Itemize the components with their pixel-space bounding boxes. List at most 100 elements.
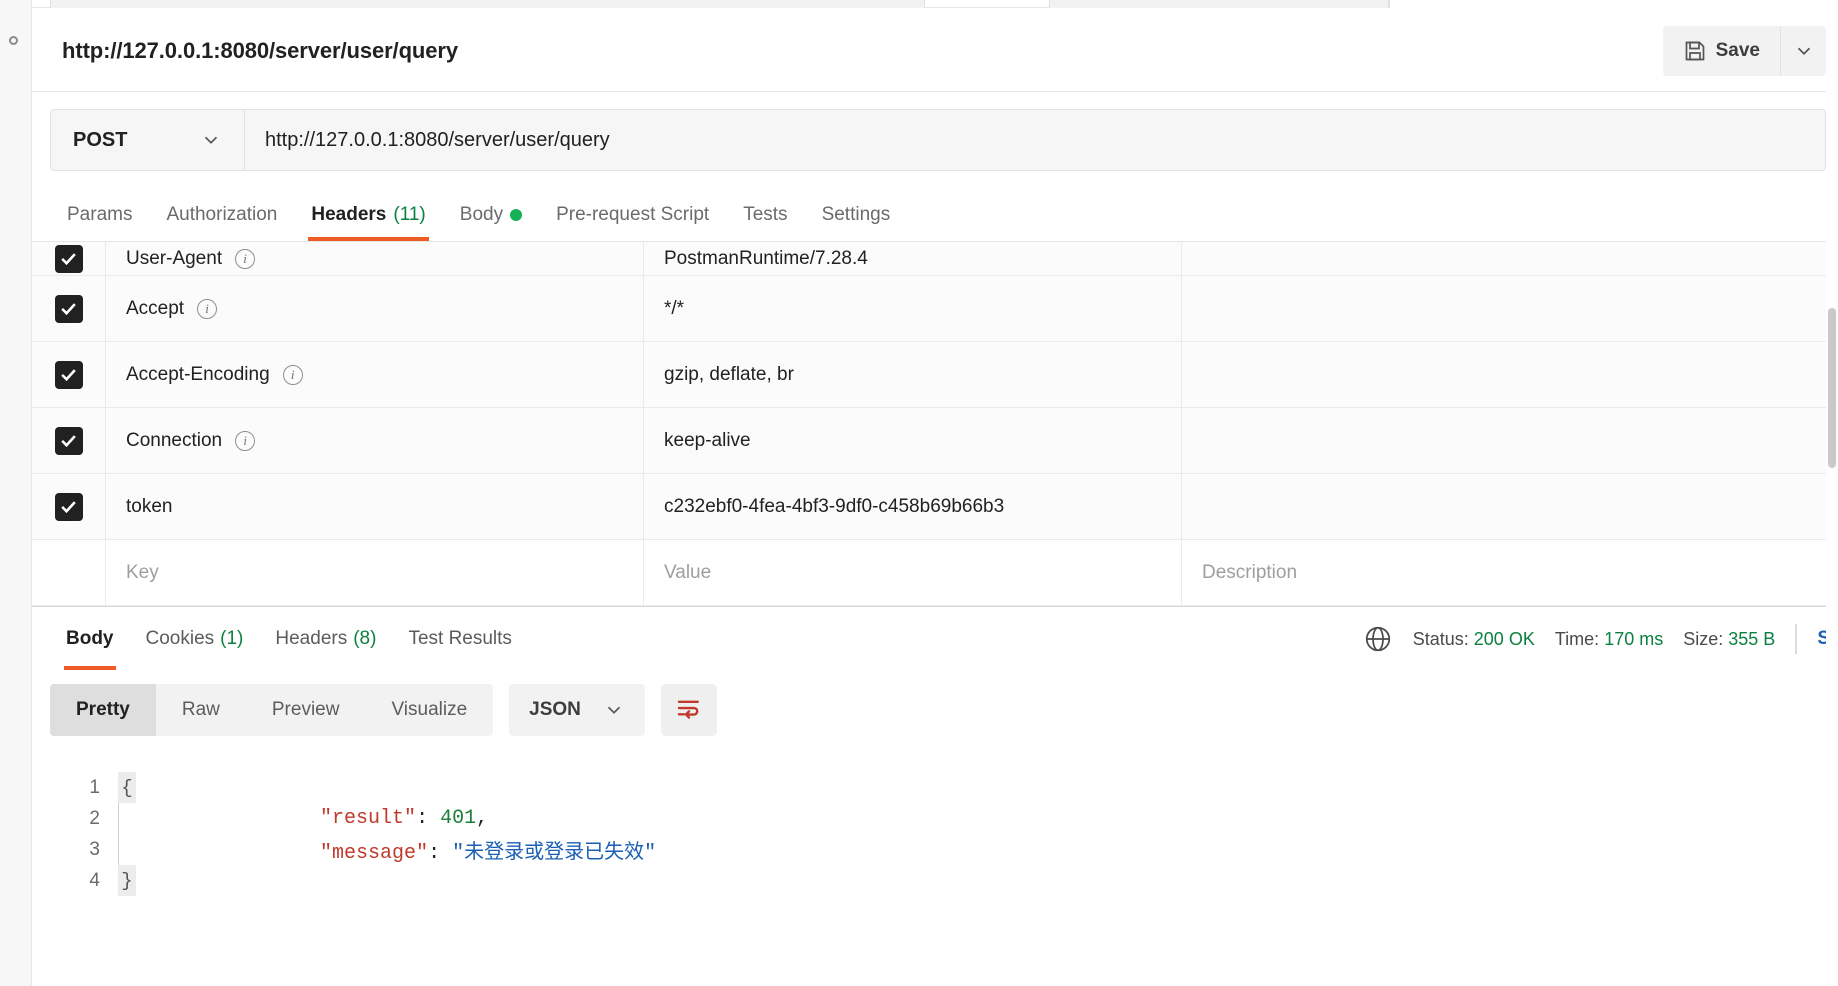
page-title: http://127.0.0.1:8080/server/user/query — [62, 38, 458, 63]
table-row[interactable]: Accept i */* — [32, 276, 1838, 342]
description-placeholder: Description — [1202, 561, 1298, 583]
format-raw-button[interactable]: Raw — [156, 684, 246, 736]
row-description-cell[interactable] — [1182, 242, 1838, 275]
row-description-cell[interactable] — [1182, 408, 1838, 473]
row-value-cell[interactable]: keep-alive — [644, 408, 1182, 473]
tab-label: Authorization — [166, 204, 278, 225]
format-visualize-button[interactable]: Visualize — [365, 684, 493, 736]
row-description-cell[interactable] — [1182, 342, 1838, 407]
size-label: Size: — [1683, 628, 1724, 649]
header-key: User-Agent — [126, 247, 223, 269]
json-separator: : — [428, 841, 453, 865]
collection-dot-icon — [9, 36, 18, 45]
tab-strip-segment[interactable] — [50, 0, 925, 8]
method-label: POST — [73, 128, 128, 151]
tab-pre-request-script[interactable]: Pre-request Script — [539, 189, 726, 241]
checkbox-checked-icon[interactable] — [54, 426, 83, 455]
tab-label: Tests — [743, 204, 788, 225]
url-input[interactable] — [245, 110, 1825, 170]
request-tab-strip[interactable] — [32, 0, 1838, 8]
time-label: Time: — [1554, 628, 1600, 649]
word-wrap-icon — [674, 693, 704, 728]
row-checkbox-cell[interactable] — [32, 540, 106, 605]
left-sidebar-rail — [0, 0, 32, 986]
response-body-code[interactable]: 1 { 2 "result": 401, 3 "message": "未登录或登… — [32, 750, 1838, 896]
row-key-cell[interactable]: Accept i — [106, 276, 644, 341]
headers-table: User-Agent i PostmanRuntime/7.28.4 Accep… — [32, 242, 1838, 606]
response-tab-test-results[interactable]: Test Results — [392, 608, 527, 670]
table-row-new-entry[interactable]: Key Value Description — [32, 540, 1838, 606]
row-checkbox-cell[interactable] — [32, 276, 106, 341]
table-row[interactable]: Accept-Encoding i gzip, deflate, br — [32, 342, 1838, 408]
row-key-cell[interactable]: Accept-Encoding i — [106, 342, 644, 407]
tab-body[interactable]: Body — [443, 189, 539, 241]
table-row[interactable]: User-Agent i PostmanRuntime/7.28.4 — [32, 242, 1838, 276]
info-icon[interactable]: i — [282, 364, 303, 385]
code-text: "message": "未登录或登录已失效" — [136, 812, 656, 888]
checkbox-checked-icon[interactable] — [54, 294, 83, 323]
info-icon[interactable]: i — [197, 298, 218, 319]
checkbox-checked-icon[interactable] — [54, 360, 83, 389]
header-value: gzip, deflate, br — [664, 363, 794, 385]
tab-tests[interactable]: Tests — [726, 189, 804, 241]
vertical-scrollbar[interactable] — [1826, 8, 1838, 986]
method-selector[interactable]: POST — [51, 110, 245, 170]
header-value: c232ebf0-4fea-4bf3-9df0-c458b69b66b3 — [664, 495, 1005, 517]
row-checkbox-cell[interactable] — [32, 474, 106, 539]
info-icon[interactable]: i — [235, 248, 256, 269]
row-key-cell[interactable]: Key — [106, 540, 644, 605]
fold-marker[interactable]: } — [118, 865, 136, 896]
format-preview-button[interactable]: Preview — [246, 684, 366, 736]
header-key: Accept — [126, 297, 185, 319]
tab-authorization[interactable]: Authorization — [149, 189, 294, 241]
tab-label: Params — [67, 204, 133, 225]
response-tab-headers[interactable]: Headers (8) — [259, 608, 392, 670]
row-description-cell[interactable]: Description — [1182, 540, 1838, 605]
row-key-cell[interactable]: User-Agent i — [106, 242, 644, 275]
tab-settings[interactable]: Settings — [805, 189, 908, 241]
scrollbar-thumb[interactable] — [1828, 308, 1836, 468]
row-checkbox-cell[interactable] — [32, 342, 106, 407]
json-string: "未登录或登录已失效" — [452, 841, 657, 865]
save-button-label: Save — [1715, 40, 1760, 61]
tab-strip-segment[interactable] — [1049, 0, 1389, 8]
globe-icon[interactable] — [1363, 624, 1393, 654]
response-tab-cookies[interactable]: Cookies (1) — [130, 608, 260, 670]
row-key-cell[interactable]: Connection i — [106, 408, 644, 473]
response-tab-body[interactable]: Body — [50, 608, 130, 670]
language-selector[interactable]: JSON — [509, 684, 645, 736]
tab-count: (11) — [393, 204, 426, 225]
tab-params[interactable]: Params — [50, 189, 149, 241]
row-description-cell[interactable] — [1182, 276, 1838, 341]
row-description-cell[interactable] — [1182, 474, 1838, 539]
table-row[interactable]: token c232ebf0-4fea-4bf3-9df0-c458b69b66… — [32, 474, 1838, 540]
size-badge: Size: 355 B — [1683, 629, 1775, 650]
line-number: 4 — [89, 869, 100, 891]
fold-marker[interactable]: { — [118, 772, 136, 803]
save-button[interactable]: Save — [1662, 26, 1780, 76]
save-options-button[interactable] — [1780, 26, 1826, 76]
row-key-cell[interactable]: token — [106, 474, 644, 539]
tab-headers[interactable]: Headers (11) — [294, 189, 442, 241]
fold-guide — [118, 803, 136, 834]
row-value-cell[interactable]: c232ebf0-4fea-4bf3-9df0-c458b69b66b3 — [644, 474, 1182, 539]
main-content: http://127.0.0.1:8080/server/user/query … — [32, 0, 1838, 986]
value-placeholder: Value — [664, 561, 712, 583]
row-checkbox-cell[interactable] — [32, 242, 106, 275]
word-wrap-toggle-button[interactable] — [660, 684, 717, 736]
checkbox-checked-icon[interactable] — [54, 244, 83, 273]
row-value-cell[interactable]: PostmanRuntime/7.28.4 — [644, 242, 1182, 275]
row-value-cell[interactable]: */* — [644, 276, 1182, 341]
row-value-cell[interactable]: gzip, deflate, br — [644, 342, 1182, 407]
fold-guide — [118, 834, 136, 865]
table-row[interactable]: Connection i keep-alive — [32, 408, 1838, 474]
checkbox-checked-icon[interactable] — [54, 492, 83, 521]
floppy-disk-icon — [1683, 39, 1707, 63]
info-icon[interactable]: i — [235, 430, 256, 451]
format-pretty-button[interactable]: Pretty — [50, 684, 156, 736]
row-value-cell[interactable]: Value — [644, 540, 1182, 605]
row-checkbox-cell[interactable] — [32, 408, 106, 473]
tab-strip-segment[interactable] — [1389, 0, 1838, 8]
header-key: token — [126, 495, 173, 517]
line-number: 1 — [89, 776, 100, 798]
